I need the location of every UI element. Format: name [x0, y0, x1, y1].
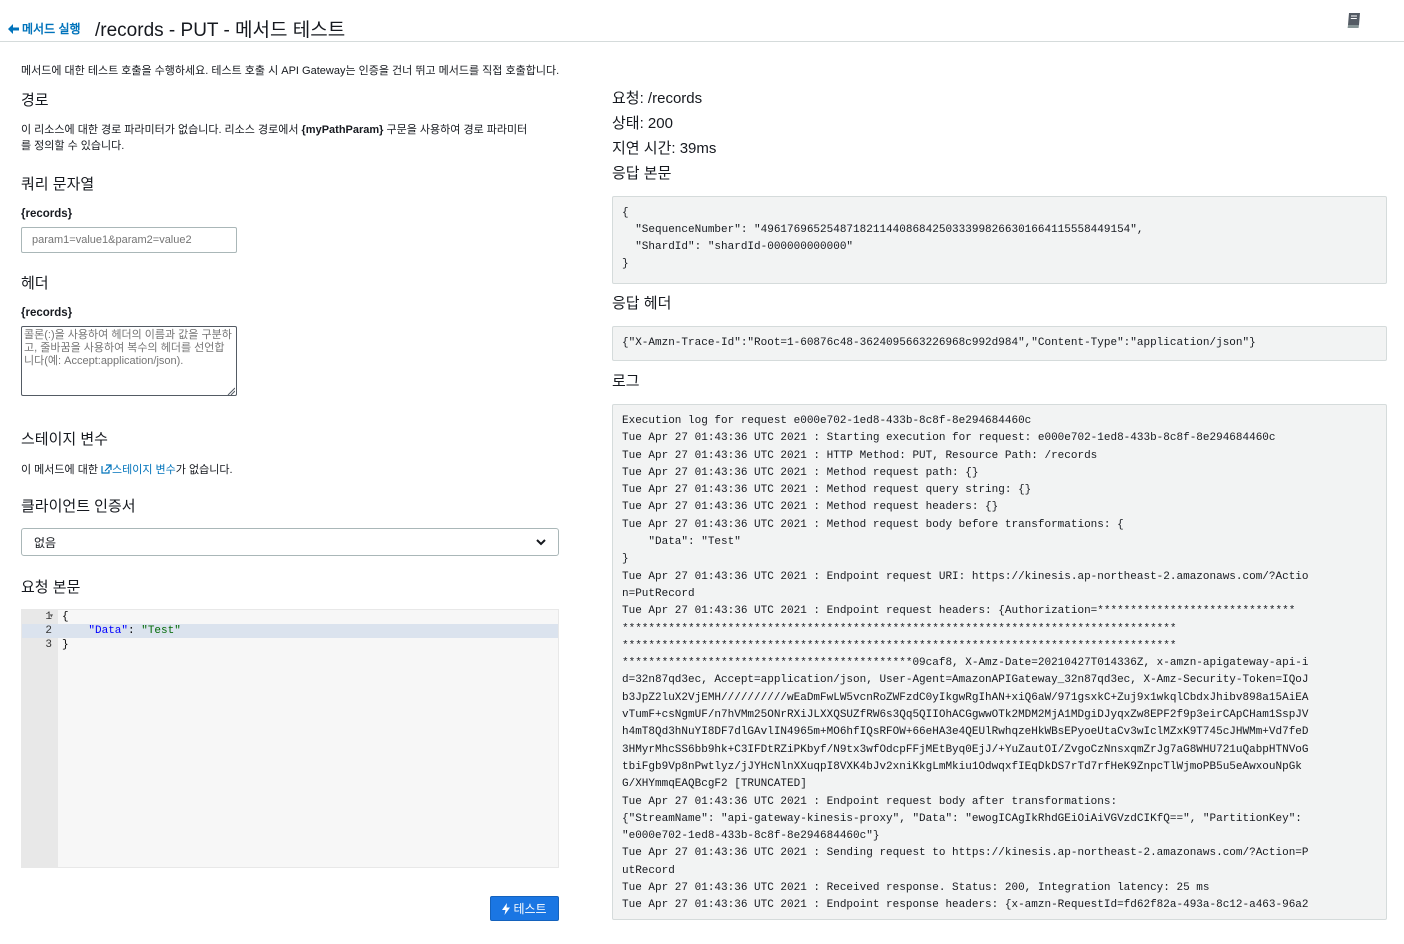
response-headers-box: {"X-Amzn-Trace-Id":"Root=1-60876c48-3624…: [612, 326, 1387, 361]
path-description: 이 리소스에 대한 경로 파라미터가 없습니다. 리소스 경로에서 {myPat…: [21, 124, 528, 152]
logs-heading: 로그: [612, 373, 640, 390]
request-path: 요청: /records: [612, 90, 703, 107]
response-body-heading: 응답 본문: [612, 165, 672, 182]
request-body-heading: 요청 본문: [21, 579, 81, 596]
query-string-input[interactable]: [21, 227, 237, 253]
response-headers-heading: 응답 헤더: [612, 295, 672, 312]
stage-variables-description: 이 메서드에 대한 스테이지 변수가 없습니다.: [21, 464, 233, 476]
path-heading: 경로: [21, 92, 49, 109]
arrow-left-icon: [8, 23, 19, 34]
stage-variables-heading: 스테이지 변수: [21, 431, 108, 448]
logs-box: Execution log for request e000e702-1ed8-…: [612, 404, 1387, 920]
page-title: /records - PUT - 메서드 테스트: [95, 20, 346, 41]
intro-text: 메서드에 대한 테스트 호출을 수행하세요. 테스트 호출 시 API Gate…: [21, 65, 560, 77]
editor-line: 3 }: [45, 639, 69, 651]
headers-heading: 헤더: [21, 275, 49, 292]
chevron-down-icon: [536, 539, 546, 546]
test-button-label: 테스트: [513, 902, 547, 916]
response-status: 상태: 200: [612, 115, 673, 132]
client-certificate-select[interactable]: 없음: [21, 528, 559, 556]
external-link-icon: [101, 464, 112, 474]
back-to-method-execution-link[interactable]: 메서드 실행: [8, 20, 81, 37]
back-link-label: 메서드 실행: [22, 22, 81, 36]
top-bar: 메서드 실행 /records - PUT - 메서드 테스트: [0, 0, 1404, 42]
query-param-label: {records}: [21, 208, 73, 220]
resize-grip-icon[interactable]: [227, 387, 235, 395]
fold-toggle-icon[interactable]: ▾: [49, 610, 54, 624]
request-body-editor[interactable]: 1 ▾ { 2 "Data": "Test" 3 }: [21, 609, 559, 868]
response-body-box: { "SequenceNumber": "4961769652548718211…: [612, 196, 1387, 284]
headers-textarea[interactable]: [21, 326, 237, 396]
stage-variables-link[interactable]: 스테이지 변수: [101, 464, 176, 476]
headers-param-label: {records}: [21, 307, 73, 319]
query-string-heading: 쿼리 문자열: [21, 176, 95, 193]
response-latency: 지연 시간: 39ms: [612, 140, 717, 157]
editor-line-active: 2 "Data": "Test": [22, 624, 558, 638]
editor-line: 1 ▾ {: [45, 610, 69, 624]
client-certificate-heading: 클라이언트 인증서: [21, 498, 136, 515]
lightning-icon: [502, 902, 511, 915]
test-button[interactable]: 테스트: [490, 896, 559, 921]
book-icon[interactable]: [1345, 11, 1363, 29]
client-certificate-value: 없음: [34, 535, 57, 550]
